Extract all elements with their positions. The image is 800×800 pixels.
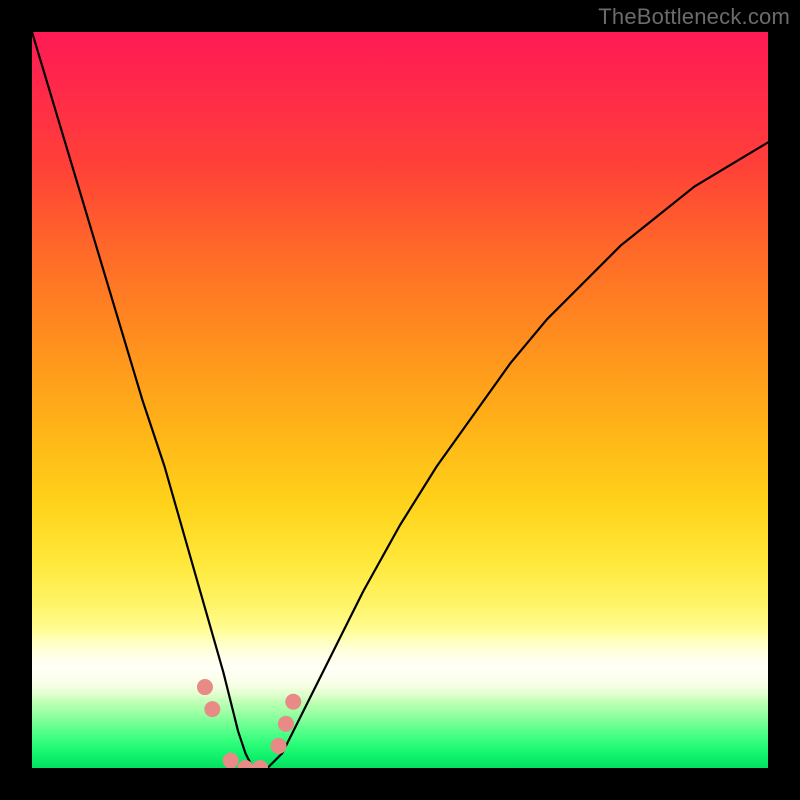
curve-marker <box>204 701 220 717</box>
curve-marker <box>223 753 239 768</box>
curve-marker <box>285 694 301 710</box>
curve-marker <box>271 738 287 754</box>
curve-layer <box>32 32 768 768</box>
curve-marker <box>197 679 213 695</box>
chart-frame: TheBottleneck.com <box>0 0 800 800</box>
plot-area <box>32 32 768 768</box>
curve-marker <box>278 716 294 732</box>
watermark-text: TheBottleneck.com <box>598 4 790 30</box>
curve-marker <box>252 760 268 768</box>
bottleneck-curve <box>32 32 768 768</box>
curve-marker <box>237 760 253 768</box>
curve-markers <box>197 679 301 768</box>
